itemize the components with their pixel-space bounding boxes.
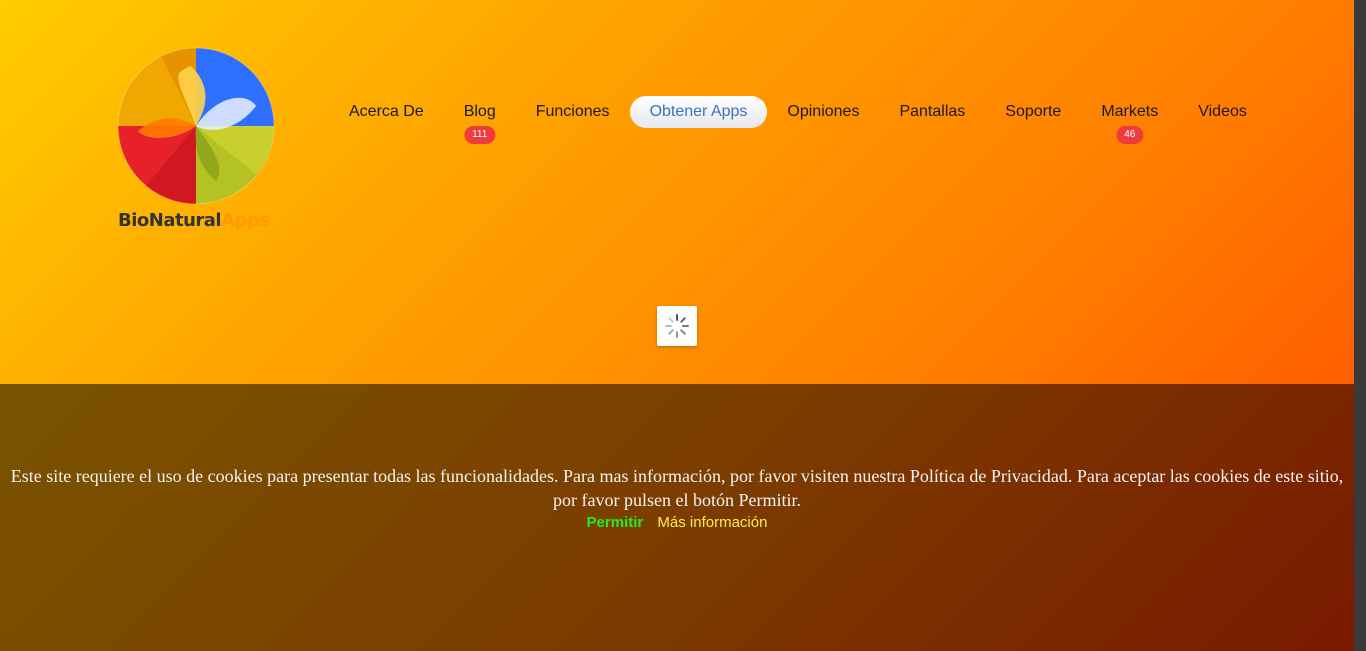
count-badge: 111 — [464, 126, 496, 144]
cookie-actions: Permitir Más información — [0, 512, 1354, 534]
nav-item-pantallas[interactable]: Pantallas — [879, 96, 985, 128]
cookie-message: Este site requiere el uso de cookies par… — [10, 466, 1344, 510]
nav-item-label: Videos — [1198, 103, 1247, 120]
count-badge: 46 — [1116, 126, 1144, 144]
nav-item-obtener-apps[interactable]: Obtener Apps — [629, 96, 768, 128]
cookie-banner: Este site requiere el uso de cookies par… — [0, 384, 1354, 651]
nav-item-label: Funciones — [535, 103, 610, 120]
site-logo[interactable]: BioNaturalApps — [116, 46, 276, 236]
nav-item-funciones[interactable]: Funciones — [516, 96, 630, 128]
cookie-accept-button[interactable]: Permitir — [587, 514, 644, 531]
nav-item-opiniones[interactable]: Opiniones — [767, 96, 879, 128]
brand-wordmark: BioNaturalApps — [118, 210, 270, 231]
nav-item-label: Soporte — [1005, 103, 1062, 120]
nav-item-markets[interactable]: Markets 46 — [1081, 96, 1178, 144]
cookie-more-info-link[interactable]: Más información — [657, 514, 767, 531]
loading-indicator — [657, 306, 697, 346]
nav-item-videos[interactable]: Videos — [1178, 96, 1267, 128]
leaf-wheel-icon — [117, 47, 275, 205]
brand-name-main: BioNatural — [118, 210, 222, 231]
nav-item-label: Obtener Apps — [649, 103, 748, 120]
nav-item-label: Markets — [1101, 103, 1159, 120]
page-scrollbar[interactable] — [1354, 0, 1366, 651]
nav-item-label: Pantallas — [899, 103, 966, 120]
nav-item-label: Opiniones — [787, 103, 860, 120]
nav-item-label: Blog — [463, 103, 496, 120]
page: BioNaturalApps Acerca De Blog 111 Funcio… — [0, 0, 1366, 651]
nav-item-soporte[interactable]: Soporte — [985, 96, 1081, 128]
brand-name-accent: Apps — [221, 210, 270, 231]
spinner-icon — [665, 314, 689, 338]
nav-item-blog[interactable]: Blog 111 — [444, 96, 516, 144]
nav-item-label: Acerca De — [349, 103, 424, 120]
nav-item-acerca-de[interactable]: Acerca De — [329, 96, 444, 128]
main-nav: Acerca De Blog 111 Funciones Obtener App… — [329, 95, 1267, 144]
